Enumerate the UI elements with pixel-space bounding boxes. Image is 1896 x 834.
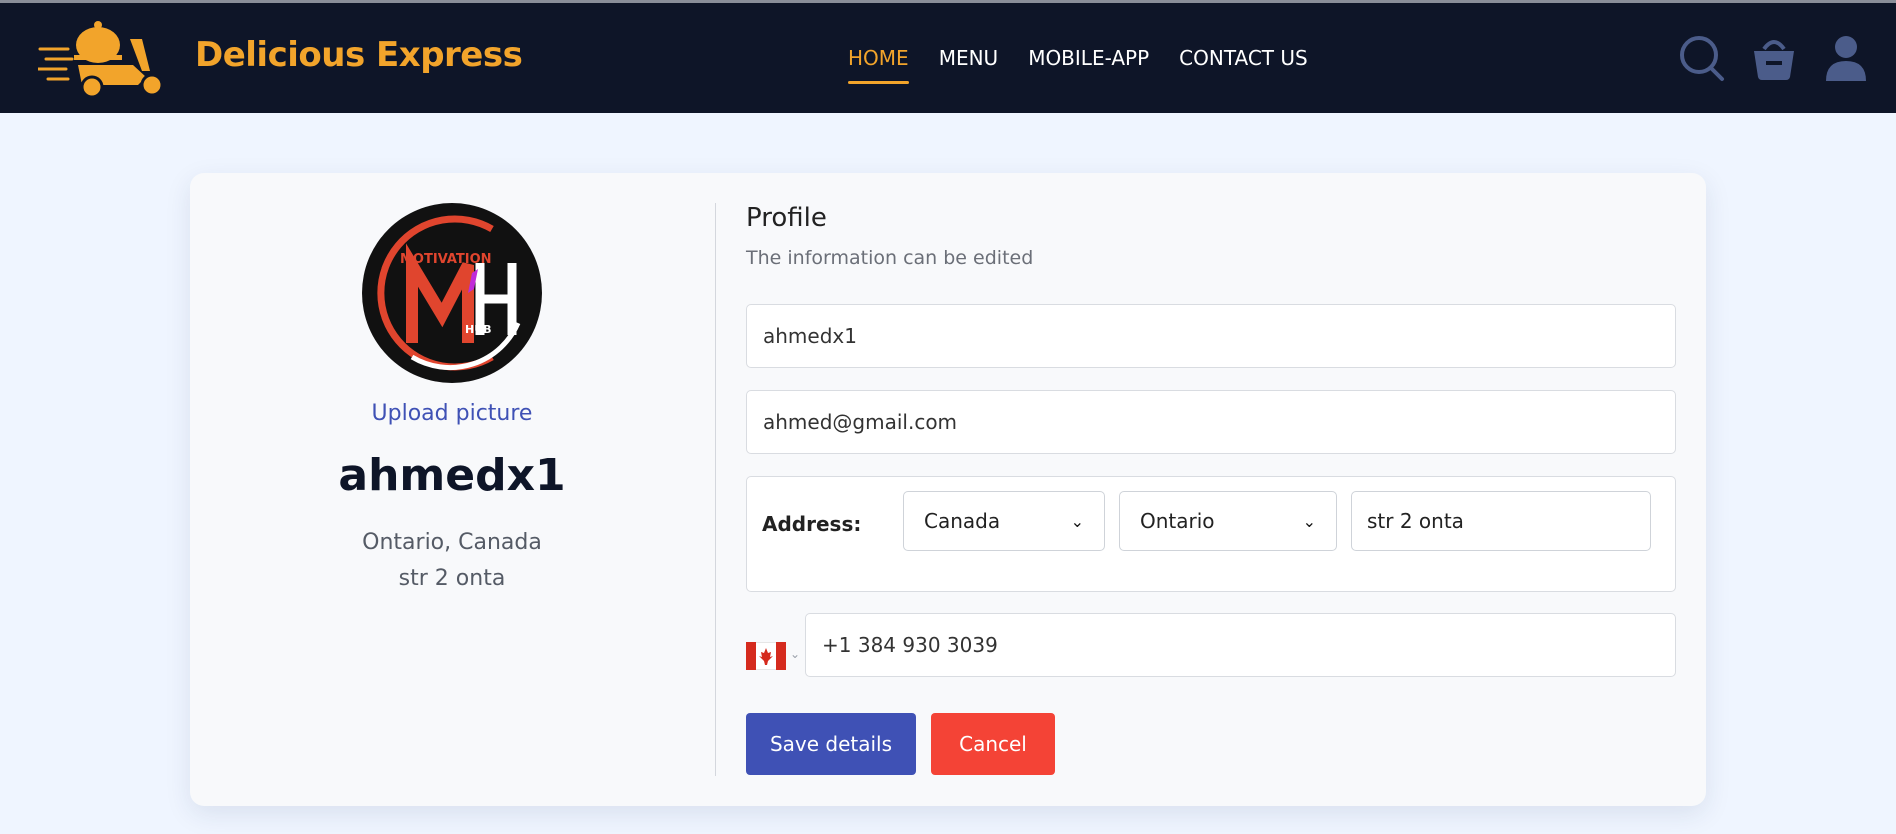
profile-location: Ontario, Canada str 2 onta: [190, 525, 714, 597]
main-nav: HOME MENU MOBILE-APP CONTACT US: [848, 46, 1308, 84]
top-navbar: Delicious Express HOME MENU MOBILE-APP C…: [0, 3, 1896, 113]
email-field[interactable]: ahmed@gmail.com: [746, 390, 1676, 454]
nav-menu[interactable]: MENU: [939, 46, 999, 70]
search-icon[interactable]: [1678, 33, 1726, 83]
svg-text:HUB: HUB: [465, 323, 492, 336]
country-select[interactable]: Canada ⌄: [903, 491, 1105, 551]
profile-card: MOTIVATION HUB Upload picture ahmedx1 On…: [190, 173, 1706, 806]
upload-picture-link[interactable]: Upload picture: [190, 401, 714, 426]
location-line: Ontario, Canada: [362, 530, 542, 555]
province-select[interactable]: Ontario ⌄: [1119, 491, 1337, 551]
nav-mobile-app[interactable]: MOBILE-APP: [1028, 46, 1149, 70]
username-field[interactable]: ahmedx1: [746, 304, 1676, 368]
svg-text:MOTIVATION: MOTIVATION: [400, 252, 492, 267]
card-divider: [715, 203, 716, 776]
street-value: str 2 onta: [1367, 509, 1464, 533]
profile-username: ahmedx1: [338, 450, 566, 501]
cart-icon[interactable]: [1750, 33, 1798, 83]
form-subtitle: The information can be edited: [746, 247, 1034, 269]
cancel-button[interactable]: Cancel: [931, 713, 1055, 775]
street-input[interactable]: str 2 onta: [1351, 491, 1651, 551]
street-line: str 2 onta: [398, 566, 506, 591]
nav-contact-us[interactable]: CONTACT US: [1179, 46, 1308, 70]
address-group: Address: Canada ⌄ Ontario ⌄ str 2 onta: [746, 476, 1676, 592]
chevron-down-icon[interactable]: ⌄: [790, 647, 800, 661]
delivery-scooter-icon: [38, 21, 164, 99]
province-value: Ontario: [1140, 509, 1215, 533]
user-icon[interactable]: [1822, 33, 1870, 83]
avatar[interactable]: MOTIVATION HUB: [362, 203, 542, 383]
chevron-down-icon: ⌄: [1302, 511, 1316, 531]
country-value: Canada: [924, 509, 1001, 533]
nav-home[interactable]: HOME: [848, 46, 909, 84]
address-label: Address:: [762, 512, 862, 536]
canada-flag-icon[interactable]: [746, 642, 786, 670]
phone-input[interactable]: +1 384 930 3039: [805, 613, 1676, 677]
chevron-down-icon: ⌄: [1070, 511, 1084, 531]
save-details-button[interactable]: Save details: [746, 713, 916, 775]
brand-name[interactable]: Delicious Express: [195, 35, 523, 75]
form-title: Profile: [746, 203, 827, 233]
